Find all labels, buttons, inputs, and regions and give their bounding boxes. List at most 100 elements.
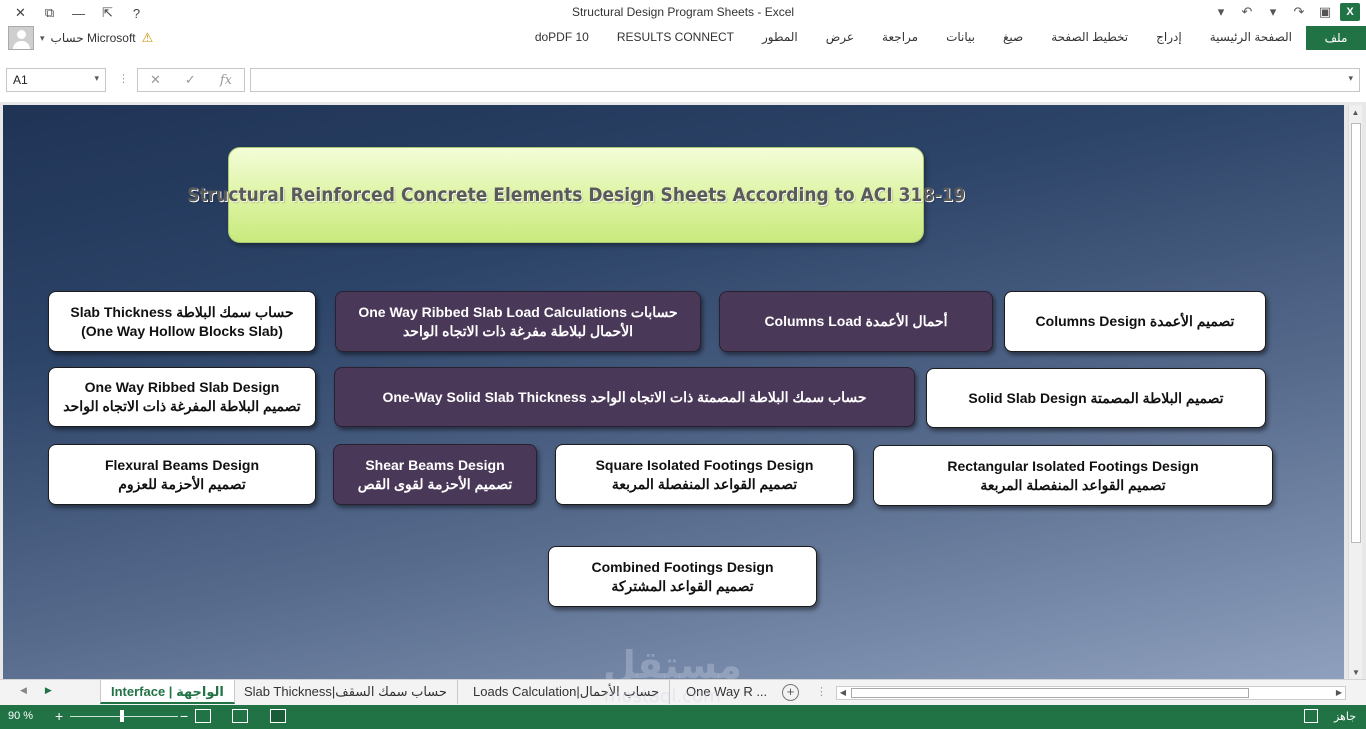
- ribbed-slab-load-button[interactable]: One Way Ribbed Slab Load Calculations حس…: [335, 291, 701, 352]
- combined-footings-button[interactable]: Combined Footings Design تصميم القواعد ا…: [548, 546, 817, 607]
- rectangular-footings-button[interactable]: Rectangular Isolated Footings Design تصم…: [873, 445, 1273, 506]
- prev-sheet-icon[interactable]: ◀: [20, 685, 27, 696]
- tab-insert[interactable]: إدراج: [1142, 26, 1196, 50]
- zoom-in-icon[interactable]: −: [180, 708, 188, 724]
- add-sheet-icon[interactable]: +: [782, 684, 799, 701]
- button-label: One Way Ribbed Slab Load Calculations حس…: [358, 303, 678, 320]
- scroll-right-icon[interactable]: ▶: [1333, 687, 1345, 699]
- undo-dropdown-icon[interactable]: ▾: [1262, 2, 1284, 22]
- chevron-down-icon[interactable]: ▾: [94, 73, 99, 84]
- help-icon[interactable]: ?: [122, 3, 151, 23]
- scroll-up-icon[interactable]: ▲: [1349, 105, 1362, 119]
- undo-icon[interactable]: ↶: [1236, 2, 1258, 22]
- square-footings-button[interactable]: Square Isolated Footings Design تصميم ال…: [555, 444, 854, 505]
- avatar[interactable]: [8, 26, 34, 50]
- button-sublabel: تصميم البلاطة المفرغة ذات الاتجاه الواحد: [63, 398, 301, 414]
- button-sublabel: تصميم الأحزمة للعزوم: [118, 475, 246, 492]
- vertical-scrollbar[interactable]: ▲ ▼: [1348, 105, 1362, 679]
- zoom-out-icon[interactable]: +: [55, 708, 63, 724]
- ribbon-tab-list: ملف الصفحة الرئيسية إدراج تخطيط الصفحة ص…: [521, 26, 1366, 50]
- tab-split-handle-icon[interactable]: ⋮: [816, 685, 827, 698]
- tab-developer[interactable]: المطور: [748, 26, 812, 50]
- expand-formula-icon[interactable]: ▾: [1348, 73, 1353, 84]
- button-label: Columns Design تصميم الأعمدة: [1035, 313, 1235, 329]
- account-area[interactable]: ▾ حساب Microsoft ⚠: [8, 26, 153, 50]
- tab-results-connect[interactable]: RESULTS CONNECT: [603, 26, 748, 50]
- enter-icon[interactable]: ✓: [185, 72, 196, 88]
- restore-icon[interactable]: ⧉: [35, 3, 64, 23]
- sheet-tab-interface[interactable]: Interface | الواجهة: [100, 680, 235, 704]
- button-label: Square Isolated Footings Design: [595, 456, 814, 473]
- button-label: Combined Footings Design: [591, 558, 774, 575]
- quick-access-toolbar: ▾ ↶ ▾ ↷ ▣ X: [1210, 2, 1360, 22]
- tab-file[interactable]: ملف: [1306, 26, 1366, 50]
- tab-review[interactable]: مراجعة: [868, 26, 932, 50]
- tab-data[interactable]: بيانات: [932, 26, 989, 50]
- ribbed-slab-design-button[interactable]: One Way Ribbed Slab Design تصميم البلاطة…: [48, 367, 316, 427]
- sheet-tab-slab-thickness[interactable]: Slab Thickness|حساب سمك السقف: [234, 680, 458, 704]
- sheet-navigation: ◀ ▶: [20, 685, 52, 696]
- page-break-view-icon[interactable]: [195, 709, 211, 723]
- columns-load-button[interactable]: Columns Load أحمال الأعمدة: [719, 291, 993, 352]
- formula-buttons: ✕ ✓ fx: [137, 68, 245, 92]
- next-sheet-icon[interactable]: ▶: [45, 685, 52, 696]
- minimize-icon[interactable]: —: [64, 3, 93, 23]
- zoom-slider[interactable]: [70, 716, 178, 717]
- formula-bar: A1 ▾ ⋮ ✕ ✓ fx ▾: [0, 62, 1366, 98]
- button-label: One-Way Solid Slab Thickness حساب سمك ال…: [382, 388, 867, 405]
- scrollbar-thumb[interactable]: [851, 688, 1249, 698]
- button-sublabel: تصميم القواعد المنفصلة المربعة: [980, 476, 1166, 493]
- resize-handle-icon[interactable]: ⋮: [118, 72, 129, 85]
- save-icon[interactable]: ▣: [1314, 2, 1336, 22]
- button-label: One Way Ribbed Slab Design: [84, 379, 280, 395]
- status-ready: جاهز: [1333, 711, 1356, 723]
- status-bar: 90 % + − جاهز: [0, 705, 1366, 729]
- columns-design-button[interactable]: Columns Design تصميم الأعمدة: [1004, 291, 1266, 352]
- button-sublabel: تصميم الأحزمة لقوى القص: [357, 475, 513, 492]
- slab-thickness-button[interactable]: Slab Thickness حساب سمك البلاطة (One Way…: [48, 291, 316, 352]
- button-label: Flexural Beams Design: [104, 456, 260, 473]
- button-sublabel: تصميم القواعد المشتركة: [611, 577, 754, 594]
- account-dropdown-icon[interactable]: ▾: [40, 33, 45, 44]
- formula-input[interactable]: ▾: [250, 68, 1360, 92]
- excel-logo-icon: X: [1340, 3, 1360, 21]
- scrollbar-thumb[interactable]: [1351, 123, 1361, 543]
- tab-view[interactable]: عرض: [812, 26, 868, 50]
- tab-page-layout[interactable]: تخطيط الصفحة: [1037, 26, 1142, 50]
- customize-qat-icon[interactable]: ▾: [1210, 2, 1232, 22]
- name-box-value: A1: [13, 73, 28, 87]
- sheet-canvas[interactable]: Structural Reinforced Concrete Elements …: [3, 105, 1344, 679]
- button-label: Rectangular Isolated Footings Design: [947, 457, 1199, 474]
- button-label: Columns Load أحمال الأعمدة: [764, 313, 948, 329]
- zoom-level[interactable]: 90 %: [8, 710, 33, 722]
- ribbon-display-icon[interactable]: ⇱: [93, 3, 122, 23]
- button-sublabel: الأحمال لبلاطة مفرغة ذات الاتجاه الواحد: [402, 322, 634, 339]
- tab-formulas[interactable]: صيغ: [989, 26, 1037, 50]
- redo-icon[interactable]: ↷: [1288, 2, 1310, 22]
- title-bar: ✕ ⧉ — ⇱ ? Structural Design Program Shee…: [0, 0, 1366, 26]
- tab-home[interactable]: الصفحة الرئيسية: [1196, 26, 1306, 50]
- insert-function-icon[interactable]: fx: [220, 73, 232, 88]
- page-layout-view-icon[interactable]: [232, 709, 248, 723]
- account-label[interactable]: حساب Microsoft: [51, 31, 136, 45]
- zoom-slider-knob[interactable]: [120, 710, 124, 722]
- solid-slab-design-button[interactable]: Solid Slab Design تصميم البلاطة المصمتة: [926, 368, 1266, 428]
- normal-view-icon[interactable]: [270, 709, 286, 723]
- flexural-beams-button[interactable]: Flexural Beams Design تصميم الأحزمة للعز…: [48, 444, 316, 505]
- scroll-left-icon[interactable]: ◀: [837, 687, 849, 699]
- cancel-icon[interactable]: ✕: [150, 72, 161, 88]
- close-icon[interactable]: ✕: [6, 3, 35, 23]
- shear-beams-button[interactable]: Shear Beams Design تصميم الأحزمة لقوى ال…: [333, 444, 537, 505]
- ribbon-tabs: ▾ حساب Microsoft ⚠ ملف الصفحة الرئيسية إ…: [0, 26, 1366, 52]
- banner-title: Structural Reinforced Concrete Elements …: [186, 184, 966, 206]
- watermark-logo: مستقل: [603, 643, 742, 679]
- scroll-down-icon[interactable]: ▼: [1349, 665, 1363, 679]
- name-box[interactable]: A1 ▾: [6, 68, 106, 92]
- button-label: Slab Thickness حساب سمك البلاطة: [70, 303, 294, 320]
- tab-dopdf[interactable]: doPDF 10: [521, 26, 603, 50]
- button-label: Shear Beams Design: [365, 456, 505, 473]
- macro-record-icon[interactable]: [1304, 709, 1318, 723]
- horizontal-scrollbar[interactable]: ◀ ▶: [836, 686, 1346, 700]
- button-sublabel: تصميم القواعد المنفصلة المربعة: [611, 475, 798, 492]
- solid-slab-thickness-button[interactable]: One-Way Solid Slab Thickness حساب سمك ال…: [334, 367, 915, 427]
